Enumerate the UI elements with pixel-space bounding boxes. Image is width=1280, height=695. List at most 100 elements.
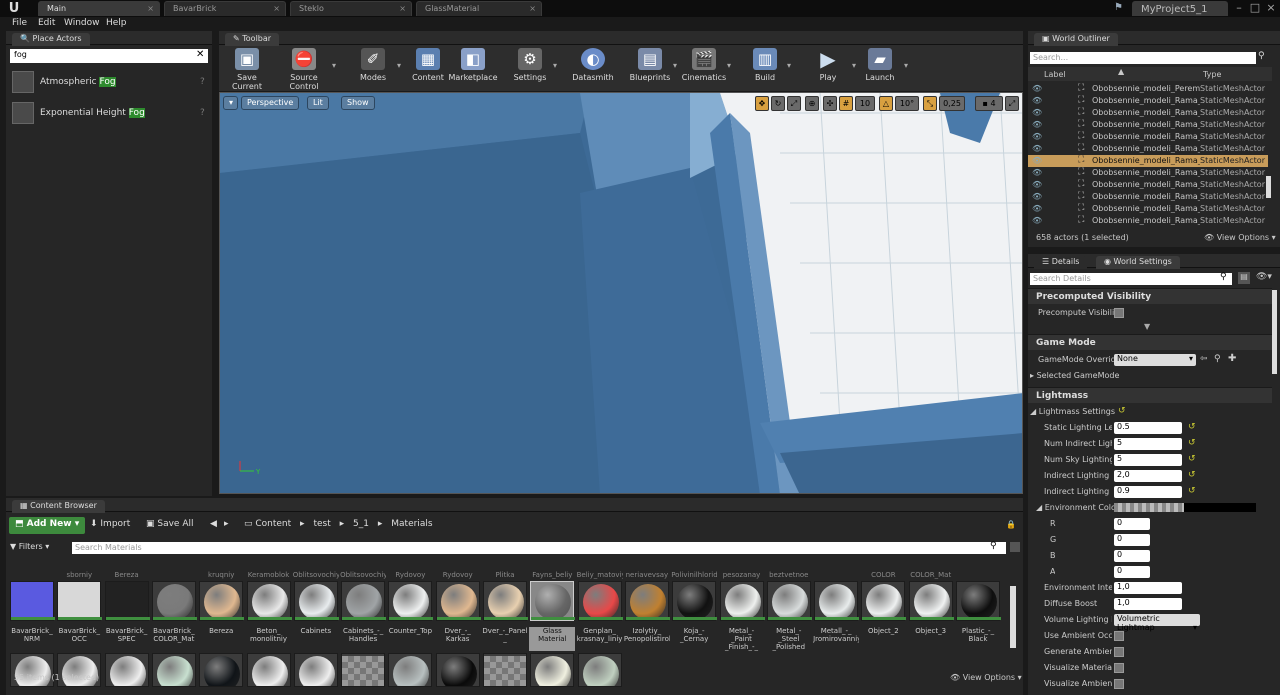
- launch-button[interactable]: ▰ Launch: [854, 46, 906, 90]
- blueprints-button[interactable]: ▤ Blueprints: [624, 46, 676, 90]
- settings-button[interactable]: ⚙ Settings: [504, 46, 556, 90]
- angle-snap-icon[interactable]: △: [879, 96, 893, 111]
- scale-icon[interactable]: ⤢: [787, 96, 801, 111]
- asset-tile[interactable]: [530, 653, 575, 687]
- actor-item-atmospheric-fog[interactable]: Atmospheric Fog ?: [10, 69, 210, 95]
- col-label[interactable]: Label: [1044, 70, 1066, 79]
- place-actors-search-input[interactable]: fog: [10, 49, 208, 63]
- visualize-ao-checkbox[interactable]: [1114, 679, 1124, 689]
- asset-tile[interactable]: [246, 581, 292, 621]
- indirect-lighting-quality-input[interactable]: 2,0: [1114, 470, 1182, 482]
- static-lighting-level-input[interactable]: 0.5: [1114, 422, 1182, 434]
- asset-tile[interactable]: [199, 581, 245, 621]
- use-selected-icon[interactable]: ⇦: [1200, 354, 1208, 364]
- asset-tile[interactable]: [624, 581, 670, 621]
- table-row[interactable]: 👁⛶Obobsennie_modeli_PeremickiStaticMeshA…: [1028, 83, 1268, 95]
- datasmith-button[interactable]: ◐ Datasmith: [567, 46, 619, 90]
- asset-tile[interactable]: [388, 653, 433, 687]
- visibility-eye-icon[interactable]: 👁: [1032, 120, 1042, 129]
- help-icon[interactable]: ?: [200, 108, 205, 118]
- grid-size-value[interactable]: 10: [855, 96, 875, 111]
- asset-tile[interactable]: [151, 653, 196, 687]
- modes-dropdown-icon[interactable]: ▾: [397, 61, 401, 70]
- marketplace-button[interactable]: ◧ Marketplace: [447, 46, 499, 90]
- cb-view-options-button[interactable]: 👁 View Options ▾: [950, 673, 1022, 682]
- asset-tile[interactable]: [104, 653, 149, 687]
- add-icon[interactable]: ✚: [1228, 353, 1236, 364]
- asset-tile[interactable]: [199, 653, 244, 687]
- build-button[interactable]: ▥ Build: [739, 46, 791, 90]
- category-precomputed-visibility[interactable]: Precomputed Visibility: [1028, 288, 1272, 304]
- expand-advanced-icon[interactable]: ▼: [1144, 322, 1150, 331]
- maximize-icon[interactable]: □: [1248, 0, 1262, 16]
- environment-intensity-input[interactable]: 1,0: [1114, 582, 1182, 594]
- perspective-button[interactable]: Perspective: [241, 96, 300, 110]
- environment-color-swatch[interactable]: [1184, 503, 1256, 512]
- indirect-lighting-smoothness-input[interactable]: 0.9: [1114, 486, 1182, 498]
- visibility-eye-icon[interactable]: 👁: [1032, 144, 1042, 153]
- angle-snap-value[interactable]: 10°: [895, 96, 919, 111]
- sort-icon[interactable]: ▲: [1118, 67, 1124, 76]
- source-control-dropdown-icon[interactable]: ▾: [332, 61, 336, 70]
- num-indirect-bounces-input[interactable]: 5: [1114, 438, 1182, 450]
- reset-icon[interactable]: ↺: [1188, 486, 1196, 496]
- visibility-eye-icon[interactable]: 👁: [1032, 132, 1042, 141]
- table-row[interactable]: 👁⛶Obobsennie_modeli_Rama_RaStaticMeshAct…: [1028, 203, 1268, 215]
- table-row-selected[interactable]: 👁⛶Obobsennie_modeli_Rama_RaStaticMeshAct…: [1028, 155, 1268, 167]
- asset-tile[interactable]: [151, 581, 197, 621]
- table-row[interactable]: 👁⛶Obobsennie_modeli_Rama_RaStaticMeshAct…: [1028, 143, 1268, 155]
- property-matrix-icon[interactable]: ▤: [1238, 272, 1250, 284]
- save-current-button[interactable]: ▣ Save Current: [221, 46, 273, 91]
- environment-color-alpha-swatch[interactable]: [1114, 503, 1184, 512]
- cinematics-dropdown-icon[interactable]: ▾: [727, 61, 731, 70]
- asset-tile[interactable]: [104, 581, 150, 621]
- asset-tile[interactable]: [814, 581, 860, 621]
- gamemode-override-dropdown[interactable]: None ▾: [1114, 354, 1196, 366]
- color-r-input[interactable]: 0: [1114, 518, 1150, 530]
- scale-snap-value[interactable]: 0,25: [939, 96, 965, 111]
- tab-glassmaterial[interactable]: GlassMaterial ×: [416, 1, 542, 16]
- menu-help[interactable]: Help: [106, 18, 127, 28]
- category-game-mode[interactable]: Game Mode: [1028, 334, 1272, 350]
- diffuse-boost-input[interactable]: 1,0: [1114, 598, 1182, 610]
- help-icon[interactable]: ?: [200, 77, 205, 87]
- details-scrollbar[interactable]: [1272, 290, 1277, 374]
- asset-tile[interactable]: [293, 581, 339, 621]
- precompute-visibility-checkbox[interactable]: [1114, 308, 1124, 318]
- grid-snap-icon[interactable]: #: [839, 96, 853, 111]
- details-search-input[interactable]: Search Details: [1030, 273, 1232, 285]
- clear-search-icon[interactable]: ✕: [196, 49, 204, 60]
- camera-speed-button[interactable]: ▪ 4: [975, 96, 1003, 111]
- visibility-eye-icon[interactable]: 👁: [1032, 180, 1042, 189]
- play-button[interactable]: ▶ Play: [802, 46, 854, 90]
- table-row[interactable]: 👁⛶Obobsennie_modeli_Rama_RaStaticMeshAct…: [1028, 191, 1268, 203]
- asset-tile[interactable]: [577, 653, 622, 687]
- reset-icon[interactable]: ↺: [1188, 422, 1196, 432]
- asset-tile[interactable]: [766, 581, 812, 621]
- viewport-options-button[interactable]: ▾: [223, 96, 238, 110]
- category-lightmass[interactable]: Lightmass: [1028, 387, 1272, 403]
- browse-icon[interactable]: ⚲: [1214, 354, 1221, 364]
- build-dropdown-icon[interactable]: ▾: [787, 61, 791, 70]
- asset-tile[interactable]: [577, 581, 623, 621]
- visibility-eye-icon[interactable]: 👁: [1032, 84, 1042, 93]
- scale-snap-icon[interactable]: ⤡: [923, 96, 937, 111]
- close-icon[interactable]: ×: [1264, 0, 1278, 16]
- table-row[interactable]: 👁⛶Obobsennie_modeli_Rama_RaStaticMeshAct…: [1028, 119, 1268, 131]
- table-row[interactable]: 👁⛶Obobsennie_modeli_Rama_RaStaticMeshAct…: [1028, 95, 1268, 107]
- asset-tile[interactable]: [672, 581, 718, 621]
- table-row[interactable]: 👁⛶Obobsennie_modeli_Rama_RaStaticMeshAct…: [1028, 131, 1268, 143]
- source-control-status-icon[interactable]: ⚑: [1114, 2, 1123, 13]
- menu-edit[interactable]: Edit: [38, 18, 55, 28]
- lit-button[interactable]: Lit: [307, 96, 329, 110]
- color-g-input[interactable]: 0: [1114, 534, 1150, 546]
- launch-dropdown-icon[interactable]: ▾: [904, 61, 908, 70]
- reset-icon[interactable]: ↺: [1188, 470, 1196, 480]
- show-button[interactable]: Show: [341, 96, 375, 110]
- asset-tile[interactable]: [483, 581, 528, 621]
- source-control-button[interactable]: ⛔ Source Control: [277, 46, 331, 91]
- outliner-scrollbar[interactable]: [1266, 176, 1271, 198]
- asset-tile[interactable]: [435, 581, 481, 621]
- asset-tile[interactable]: [530, 581, 576, 621]
- visibility-eye-icon[interactable]: 👁: [1032, 216, 1042, 225]
